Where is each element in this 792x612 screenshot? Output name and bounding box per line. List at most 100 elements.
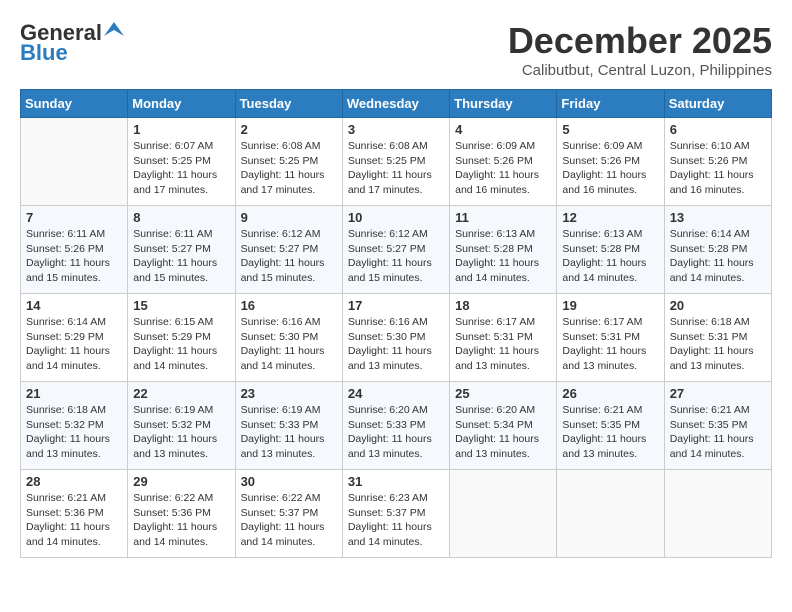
calendar-cell: 17 Sunrise: 6:16 AM Sunset: 5:30 PM Dayli… [342, 294, 449, 382]
calendar-cell: 5 Sunrise: 6:09 AM Sunset: 5:26 PM Daylig… [557, 118, 664, 206]
weekday-header-sunday: Sunday [21, 90, 128, 118]
calendar-cell: 27 Sunrise: 6:21 AM Sunset: 5:35 PM Dayli… [664, 382, 771, 470]
day-info: Sunrise: 6:14 AM Sunset: 5:29 PM Dayligh… [26, 315, 122, 374]
day-number: 28 [26, 474, 122, 489]
day-info: Sunrise: 6:21 AM Sunset: 5:35 PM Dayligh… [670, 403, 766, 462]
day-number: 10 [348, 210, 444, 225]
day-number: 26 [562, 386, 658, 401]
weekday-header-thursday: Thursday [450, 90, 557, 118]
day-info: Sunrise: 6:09 AM Sunset: 5:26 PM Dayligh… [562, 139, 658, 198]
weekday-header-monday: Monday [128, 90, 235, 118]
day-info: Sunrise: 6:08 AM Sunset: 5:25 PM Dayligh… [241, 139, 337, 198]
calendar-cell: 6 Sunrise: 6:10 AM Sunset: 5:26 PM Daylig… [664, 118, 771, 206]
calendar-cell: 11 Sunrise: 6:13 AM Sunset: 5:28 PM Dayli… [450, 206, 557, 294]
calendar-cell: 3 Sunrise: 6:08 AM Sunset: 5:25 PM Daylig… [342, 118, 449, 206]
location-subtitle: Calibutbut, Central Luzon, Philippines [508, 62, 772, 79]
logo-bird-icon [104, 22, 124, 36]
day-number: 15 [133, 298, 229, 313]
weekday-header-row: SundayMondayTuesdayWednesdayThursdayFrid… [21, 90, 772, 118]
day-info: Sunrise: 6:22 AM Sunset: 5:37 PM Dayligh… [241, 491, 337, 550]
day-number: 20 [670, 298, 766, 313]
calendar-cell [21, 118, 128, 206]
weekday-header-tuesday: Tuesday [235, 90, 342, 118]
day-number: 23 [241, 386, 337, 401]
day-number: 30 [241, 474, 337, 489]
day-number: 16 [241, 298, 337, 313]
day-number: 5 [562, 122, 658, 137]
calendar-cell: 2 Sunrise: 6:08 AM Sunset: 5:25 PM Daylig… [235, 118, 342, 206]
weekday-header-saturday: Saturday [664, 90, 771, 118]
day-number: 9 [241, 210, 337, 225]
calendar-cell: 13Sunrise: 6:14 AM Sunset: 5:28 PM Dayli… [664, 206, 771, 294]
calendar-cell [557, 470, 664, 558]
day-info: Sunrise: 6:21 AM Sunset: 5:35 PM Dayligh… [562, 403, 658, 462]
day-number: 17 [348, 298, 444, 313]
day-info: Sunrise: 6:20 AM Sunset: 5:33 PM Dayligh… [348, 403, 444, 462]
day-number: 7 [26, 210, 122, 225]
day-info: Sunrise: 6:15 AM Sunset: 5:29 PM Dayligh… [133, 315, 229, 374]
calendar-cell: 23 Sunrise: 6:19 AM Sunset: 5:33 PM Dayli… [235, 382, 342, 470]
calendar-cell: 26 Sunrise: 6:21 AM Sunset: 5:35 PM Dayli… [557, 382, 664, 470]
weekday-header-wednesday: Wednesday [342, 90, 449, 118]
calendar-table: SundayMondayTuesdayWednesdayThursdayFrid… [20, 89, 772, 558]
calendar-cell: 18 Sunrise: 6:17 AM Sunset: 5:31 PM Dayli… [450, 294, 557, 382]
calendar-cell [664, 470, 771, 558]
day-info: Sunrise: 6:11 AM Sunset: 5:26 PM Dayligh… [26, 227, 122, 286]
page-header: General Blue December 2025 Calibutbut, C… [20, 20, 772, 79]
day-number: 4 [455, 122, 551, 137]
day-number: 31 [348, 474, 444, 489]
day-info: Sunrise: 6:17 AM Sunset: 5:31 PM Dayligh… [562, 315, 658, 374]
day-info: Sunrise: 6:13 AM Sunset: 5:28 PM Dayligh… [562, 227, 658, 286]
day-info: Sunrise: 6:19 AM Sunset: 5:32 PM Dayligh… [133, 403, 229, 462]
day-number: 29 [133, 474, 229, 489]
day-number: 6 [670, 122, 766, 137]
day-number: 18 [455, 298, 551, 313]
week-row-3: 14 Sunrise: 6:14 AM Sunset: 5:29 PM Dayli… [21, 294, 772, 382]
week-row-2: 7 Sunrise: 6:11 AM Sunset: 5:26 PM Daylig… [21, 206, 772, 294]
day-info: Sunrise: 6:10 AM Sunset: 5:26 PM Dayligh… [670, 139, 766, 198]
calendar-cell: 1Sunrise: 6:07 AM Sunset: 5:25 PM Daylig… [128, 118, 235, 206]
day-info: Sunrise: 6:17 AM Sunset: 5:31 PM Dayligh… [455, 315, 551, 374]
calendar-cell: 21Sunrise: 6:18 AM Sunset: 5:32 PM Dayli… [21, 382, 128, 470]
calendar-cell: 10 Sunrise: 6:12 AM Sunset: 5:27 PM Dayli… [342, 206, 449, 294]
day-number: 21 [26, 386, 122, 401]
day-number: 19 [562, 298, 658, 313]
day-number: 8 [133, 210, 229, 225]
calendar-cell: 24 Sunrise: 6:20 AM Sunset: 5:33 PM Dayli… [342, 382, 449, 470]
day-info: Sunrise: 6:22 AM Sunset: 5:36 PM Dayligh… [133, 491, 229, 550]
logo-blue: Blue [20, 40, 68, 66]
day-number: 25 [455, 386, 551, 401]
logo: General Blue [20, 20, 124, 66]
calendar-cell: 19 Sunrise: 6:17 AM Sunset: 5:31 PM Dayli… [557, 294, 664, 382]
day-info: Sunrise: 6:09 AM Sunset: 5:26 PM Dayligh… [455, 139, 551, 198]
day-number: 22 [133, 386, 229, 401]
day-info: Sunrise: 6:08 AM Sunset: 5:25 PM Dayligh… [348, 139, 444, 198]
day-number: 13 [670, 210, 766, 225]
calendar-cell: 30 Sunrise: 6:22 AM Sunset: 5:37 PM Dayli… [235, 470, 342, 558]
calendar-cell: 15 Sunrise: 6:15 AM Sunset: 5:29 PM Dayli… [128, 294, 235, 382]
calendar-cell: 31 Sunrise: 6:23 AM Sunset: 5:37 PM Dayli… [342, 470, 449, 558]
calendar-cell: 9 Sunrise: 6:12 AM Sunset: 5:27 PM Daylig… [235, 206, 342, 294]
month-title: December 2025 [508, 20, 772, 62]
calendar-cell: 4 Sunrise: 6:09 AM Sunset: 5:26 PM Daylig… [450, 118, 557, 206]
calendar-cell: 16Sunrise: 6:16 AM Sunset: 5:30 PM Dayli… [235, 294, 342, 382]
day-info: Sunrise: 6:07 AM Sunset: 5:25 PM Dayligh… [133, 139, 229, 198]
day-info: Sunrise: 6:20 AM Sunset: 5:34 PM Dayligh… [455, 403, 551, 462]
day-info: Sunrise: 6:16 AM Sunset: 5:30 PM Dayligh… [348, 315, 444, 374]
day-info: Sunrise: 6:13 AM Sunset: 5:28 PM Dayligh… [455, 227, 551, 286]
day-info: Sunrise: 6:12 AM Sunset: 5:27 PM Dayligh… [348, 227, 444, 286]
calendar-cell: 8Sunrise: 6:11 AM Sunset: 5:27 PM Daylig… [128, 206, 235, 294]
day-info: Sunrise: 6:12 AM Sunset: 5:27 PM Dayligh… [241, 227, 337, 286]
day-info: Sunrise: 6:23 AM Sunset: 5:37 PM Dayligh… [348, 491, 444, 550]
day-info: Sunrise: 6:19 AM Sunset: 5:33 PM Dayligh… [241, 403, 337, 462]
day-info: Sunrise: 6:21 AM Sunset: 5:36 PM Dayligh… [26, 491, 122, 550]
day-number: 3 [348, 122, 444, 137]
day-number: 11 [455, 210, 551, 225]
calendar-cell: 25 Sunrise: 6:20 AM Sunset: 5:34 PM Dayli… [450, 382, 557, 470]
day-number: 2 [241, 122, 337, 137]
day-number: 24 [348, 386, 444, 401]
day-number: 12 [562, 210, 658, 225]
day-number: 27 [670, 386, 766, 401]
calendar-cell: 7 Sunrise: 6:11 AM Sunset: 5:26 PM Daylig… [21, 206, 128, 294]
day-number: 14 [26, 298, 122, 313]
